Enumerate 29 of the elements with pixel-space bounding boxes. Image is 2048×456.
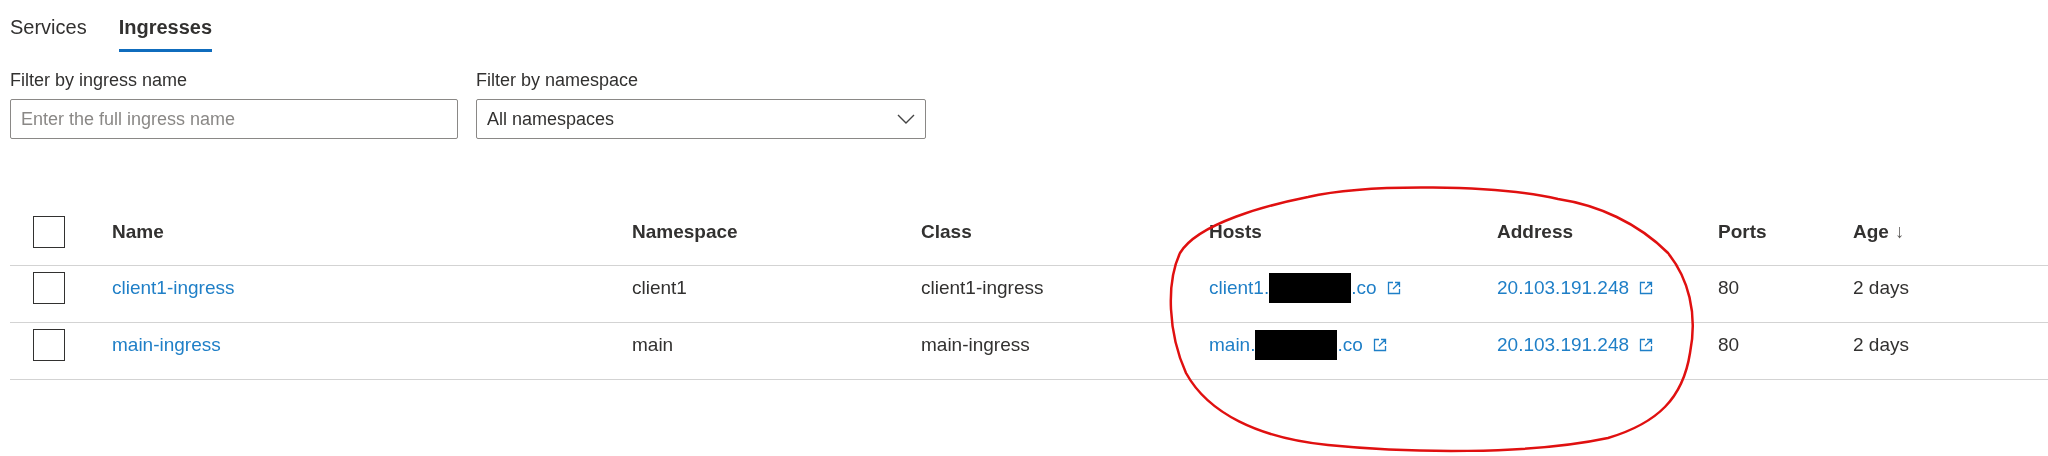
table-cell: 80: [1718, 277, 1740, 299]
table-cell: main: [632, 334, 674, 356]
host-link[interactable]: client1.: [1209, 277, 1270, 299]
namespace-dropdown[interactable]: All namespaces: [476, 99, 926, 139]
tab[interactable]: Ingresses: [118, 10, 213, 52]
column-header[interactable]: Address: [1497, 221, 1574, 243]
column-header[interactable]: Namespace: [632, 221, 738, 243]
address-link[interactable]: 20.103.191.248: [1497, 277, 1630, 299]
column-header[interactable]: Class: [921, 221, 972, 243]
table-cell: 80: [1718, 334, 1740, 356]
column-header[interactable]: Age ↓: [1853, 221, 1905, 243]
ingress-link[interactable]: main-ingress: [112, 334, 221, 356]
column-header[interactable]: Name: [112, 221, 164, 243]
filter-label: Filter by ingress name: [10, 70, 188, 91]
host-link[interactable]: .co: [1351, 277, 1377, 299]
table-cell: 2 days: [1853, 277, 1909, 299]
column-header[interactable]: Ports: [1718, 221, 1767, 243]
table-cell: 2 days: [1853, 334, 1909, 356]
address-link[interactable]: 20.103.191.248: [1497, 334, 1630, 356]
table-cell: client1-ingress: [921, 277, 1044, 299]
tab[interactable]: Services: [10, 10, 87, 52]
filter-label: Filter by namespace: [476, 70, 639, 91]
name-filter-field[interactable]: Enter the full ingress name: [10, 99, 458, 139]
table-cell: main-ingress: [921, 334, 1030, 356]
table-cell: client1: [632, 277, 687, 299]
host-link[interactable]: .co: [1337, 334, 1363, 356]
host-link[interactable]: main.: [1209, 334, 1256, 356]
ingress-link[interactable]: client1-ingress: [112, 277, 235, 299]
column-header[interactable]: Hosts: [1209, 221, 1262, 243]
